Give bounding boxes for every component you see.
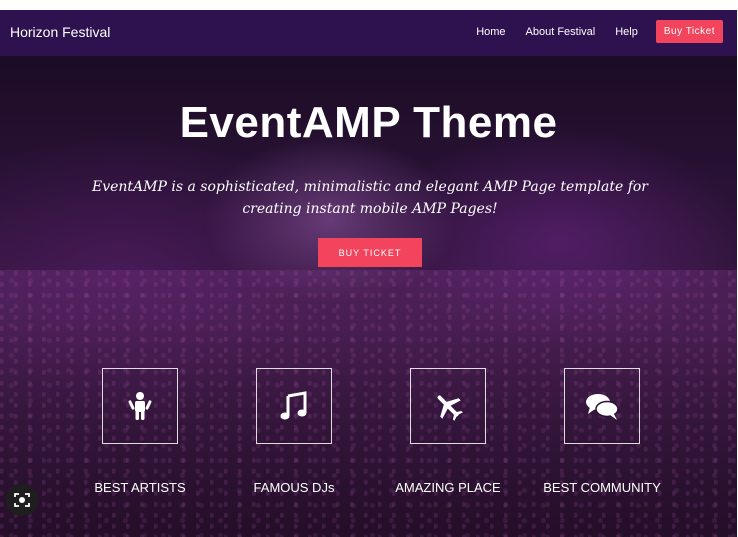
airplane-icon [437, 395, 463, 421]
feature-best-community-label: BEST COMMUNITY [543, 480, 661, 495]
nav-link-about-festival[interactable]: About Festival [526, 26, 596, 38]
feature-famous-djs-box [256, 368, 332, 444]
feature-amazing-place-label: AMAZING PLACE [395, 480, 501, 495]
top-navbar: Horizon Festival Home About Festival Hel… [0, 10, 737, 56]
nav-link-home[interactable]: Home [476, 26, 505, 38]
feature-amazing-place-box [410, 368, 486, 444]
feature-best-artists-label: BEST ARTISTS [94, 480, 186, 495]
child-icon [128, 392, 152, 420]
nav-buy-ticket-button[interactable]: Buy Ticket [655, 20, 723, 43]
feature-best-artists-box [102, 368, 178, 444]
camera-lens-icon [14, 493, 30, 507]
page-frame: Horizon Festival Home About Festival Hel… [0, 10, 737, 537]
feature-best-community-box [564, 368, 640, 444]
feature-famous-djs-label: FAMOUS DJs [253, 480, 335, 495]
hero-subtitle: EventAMP is a sophisticated, minimalisti… [91, 179, 648, 217]
hero-title: EventAMP Theme [179, 98, 558, 147]
lens-button[interactable] [6, 484, 38, 516]
chat-bubbles-icon [586, 394, 619, 420]
brand-title[interactable]: Horizon Festival [10, 24, 110, 40]
hero-buy-ticket-button[interactable]: BUY TICKET [318, 238, 422, 267]
music-note-icon [280, 391, 307, 420]
nav-link-help[interactable]: Help [615, 26, 638, 38]
nav-menu: Home About Festival Help Buy Ticket [456, 20, 723, 43]
